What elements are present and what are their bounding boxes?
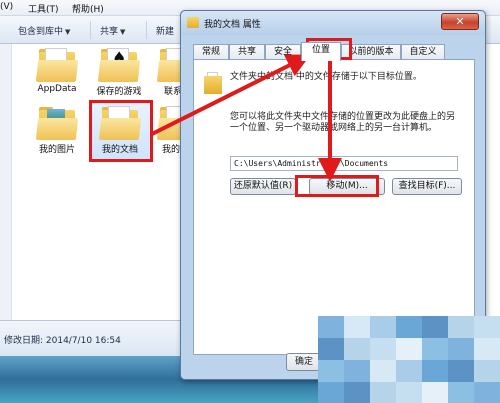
mosaic-cell xyxy=(370,316,396,338)
tab-customize[interactable]: 自定义 xyxy=(401,44,445,60)
saved-games-folder-icon: ♠ xyxy=(97,48,141,82)
dialog-titlebar[interactable]: 我的文档 属性 ✕ xyxy=(181,11,485,35)
list-item-contacts[interactable]: 联系 xyxy=(150,48,182,97)
location-path-input[interactable]: C:\Users\Administrator\Documents xyxy=(230,156,458,171)
mosaic-cell xyxy=(474,338,500,360)
close-button[interactable]: ✕ xyxy=(441,13,479,30)
toolbar-divider xyxy=(90,21,91,39)
mosaic-cell xyxy=(318,382,344,403)
new-folder-button[interactable]: 新建 xyxy=(156,24,174,37)
pictures-folder-icon xyxy=(35,106,79,140)
item-label: 我的 xyxy=(162,145,181,155)
tab-location[interactable]: 位置 xyxy=(301,42,341,61)
mosaic-cell xyxy=(344,316,370,338)
mosaic-cell xyxy=(344,382,370,403)
mosaic-cell xyxy=(474,360,500,382)
find-target-button[interactable]: 查找目标(F)... xyxy=(392,178,462,195)
item-label: 联系 xyxy=(164,87,182,97)
mosaic-cell xyxy=(422,338,448,360)
location-description: 文件夹中的文档 中的文件存储于以下目标位置。 xyxy=(230,72,422,82)
list-item-saved-games[interactable]: ♠ 保存的游戏 xyxy=(88,48,150,97)
modified-date-text: 修改日期: 2014/7/10 16:54 xyxy=(4,336,121,346)
mosaic-cell xyxy=(448,382,474,403)
tab-general[interactable]: 常规 xyxy=(193,44,229,60)
restore-default-button[interactable]: 还原默认值(R) xyxy=(230,178,296,195)
contacts-folder-icon xyxy=(156,48,182,82)
highlight-box-my-documents xyxy=(89,100,153,162)
menu-tools[interactable]: 工具(T) xyxy=(28,2,59,15)
vertical-scrollbar[interactable] xyxy=(0,44,12,320)
toolbar-divider xyxy=(146,21,147,39)
chevron-down-icon: ▼ xyxy=(65,28,71,36)
mosaic-cell xyxy=(448,338,474,360)
close-icon: ✕ xyxy=(455,15,465,28)
tab-sharing[interactable]: 共享 xyxy=(229,44,265,60)
mosaic-cell xyxy=(396,360,422,382)
folder-icon xyxy=(35,48,79,82)
chevron-down-icon: ▼ xyxy=(120,28,126,36)
mosaic-cell xyxy=(370,382,396,403)
include-in-library-label: 包含到库中 xyxy=(18,27,64,37)
list-item-my-pictures[interactable]: 我的图片 xyxy=(26,106,88,155)
share-button[interactable]: 共享 ▼ xyxy=(100,24,125,37)
tab-security[interactable]: 安全 xyxy=(265,44,301,60)
mosaic-cell xyxy=(422,382,448,403)
mosaic-cell xyxy=(396,316,422,338)
menu-help[interactable]: 帮助(H) xyxy=(72,2,104,15)
folder-icon xyxy=(156,106,182,140)
documents-folder-icon xyxy=(204,72,222,94)
item-label: AppData xyxy=(37,84,77,94)
mosaic-cell xyxy=(448,360,474,382)
list-item-my-other[interactable]: 我的 xyxy=(150,106,182,155)
mosaic-cell xyxy=(318,316,344,338)
details-pane: 修改日期: 2014/7/10 16:54 xyxy=(0,320,182,356)
mosaic-cell xyxy=(448,316,474,338)
mosaic-cell xyxy=(370,338,396,360)
highlight-box-move-button xyxy=(295,175,379,197)
item-label: 我的图片 xyxy=(38,145,75,155)
move-description: 您可以将此文件夹中文件存储的位置更改为此硬盘上的另一个位置、另一个驱动器或网络上… xyxy=(230,112,456,133)
mosaic-cell xyxy=(422,316,448,338)
menu-view[interactable]: (V) xyxy=(0,2,13,12)
share-label: 共享 xyxy=(100,27,119,37)
item-label: 保存的游戏 xyxy=(96,87,142,97)
mosaic-cell xyxy=(344,360,370,382)
mosaic-cell xyxy=(422,360,448,382)
mosaic-cell xyxy=(474,316,500,338)
include-in-library-button[interactable]: 包含到库中 ▼ xyxy=(18,24,70,37)
mosaic-cell xyxy=(344,338,370,360)
mosaic-watermark xyxy=(318,316,500,403)
mosaic-cell xyxy=(396,382,422,403)
mosaic-cell xyxy=(318,360,344,382)
mosaic-cell xyxy=(318,338,344,360)
folder-icon xyxy=(187,17,199,28)
mosaic-cell xyxy=(396,338,422,360)
dialog-title: 我的文档 属性 xyxy=(204,20,261,30)
mosaic-cell xyxy=(370,360,396,382)
mosaic-cell xyxy=(474,382,500,403)
location-panel: 文件夹中的文档 中的文件存储于以下目标位置。 您可以将此文件夹中文件存储的位置更… xyxy=(193,59,475,355)
list-item-appdata[interactable]: AppData xyxy=(26,48,88,94)
